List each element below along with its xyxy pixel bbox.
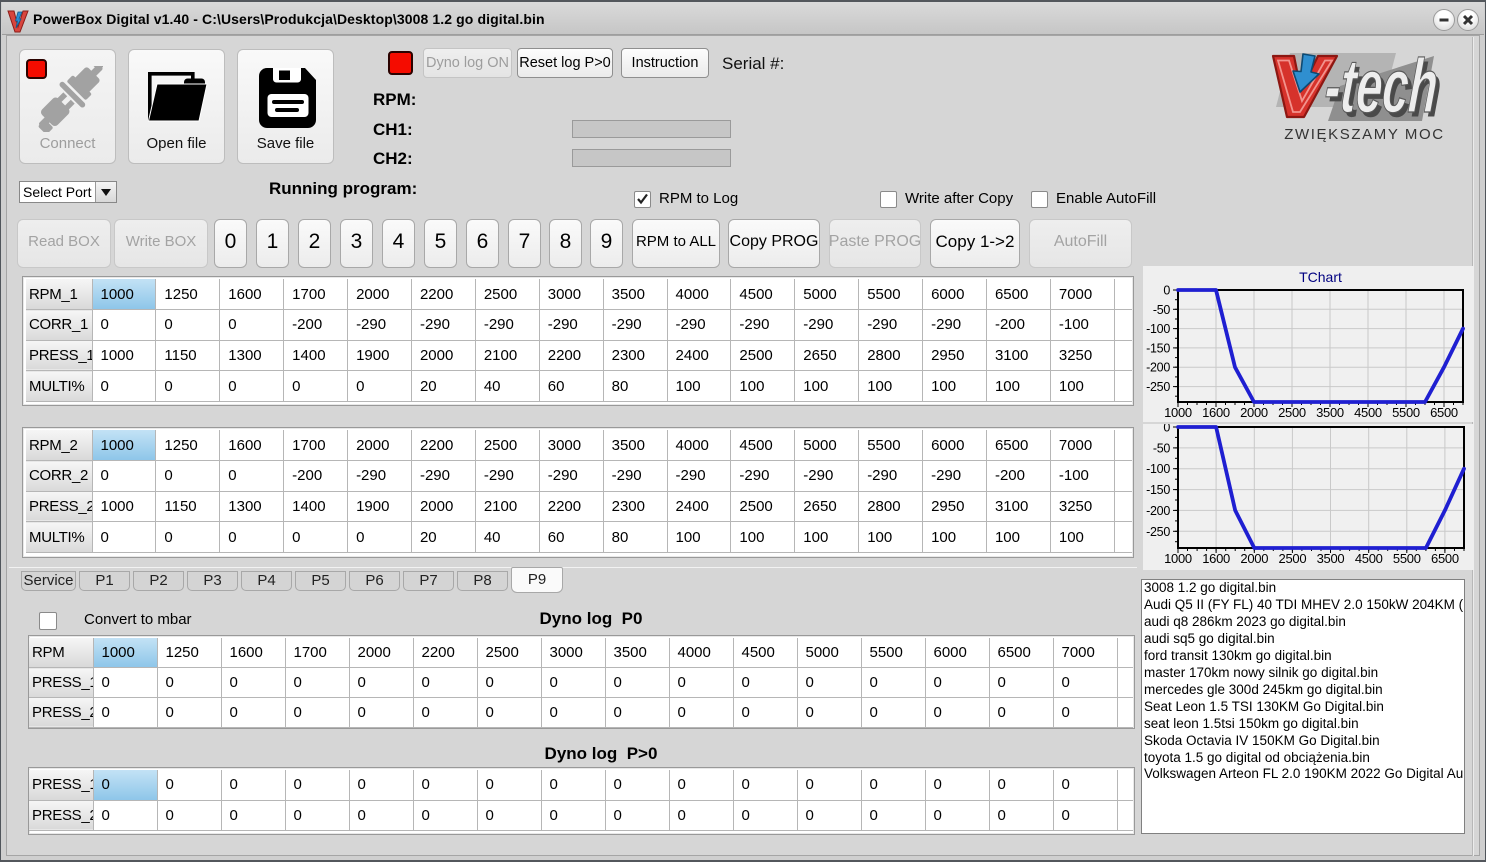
svg-text:1000: 1000 [1164,551,1192,566]
svg-text:-100: -100 [1146,322,1170,336]
svg-text:-tech: -tech [1322,45,1440,129]
svg-text:5500: 5500 [1392,405,1420,420]
svg-text:2000: 2000 [1240,551,1268,566]
svg-text:-200: -200 [1146,361,1170,375]
svg-text:4500: 4500 [1355,551,1383,566]
svg-text:2500: 2500 [1278,405,1306,420]
svg-text:-200: -200 [1146,504,1170,518]
svg-text:1000: 1000 [1164,405,1192,420]
svg-text:2000: 2000 [1240,405,1268,420]
svg-text:1600: 1600 [1202,551,1230,566]
svg-text:5500: 5500 [1393,551,1421,566]
svg-text:-150: -150 [1146,483,1170,497]
svg-text:2500: 2500 [1279,551,1307,566]
svg-text:TChart: TChart [1299,269,1342,285]
svg-text:-100: -100 [1146,462,1170,476]
svg-text:0: 0 [1163,424,1170,435]
svg-text:-250: -250 [1146,525,1170,539]
svg-text:3500: 3500 [1316,405,1344,420]
svg-text:1600: 1600 [1202,405,1230,420]
svg-text:-150: -150 [1146,341,1170,355]
svg-text:3500: 3500 [1317,551,1345,566]
svg-text:6500: 6500 [1430,405,1458,420]
svg-text:-50: -50 [1153,441,1171,455]
svg-text:4500: 4500 [1354,405,1382,420]
svg-text:6500: 6500 [1431,551,1459,566]
svg-text:0: 0 [1163,284,1170,298]
svg-text:-50: -50 [1153,303,1171,317]
svg-text:-250: -250 [1146,380,1170,394]
